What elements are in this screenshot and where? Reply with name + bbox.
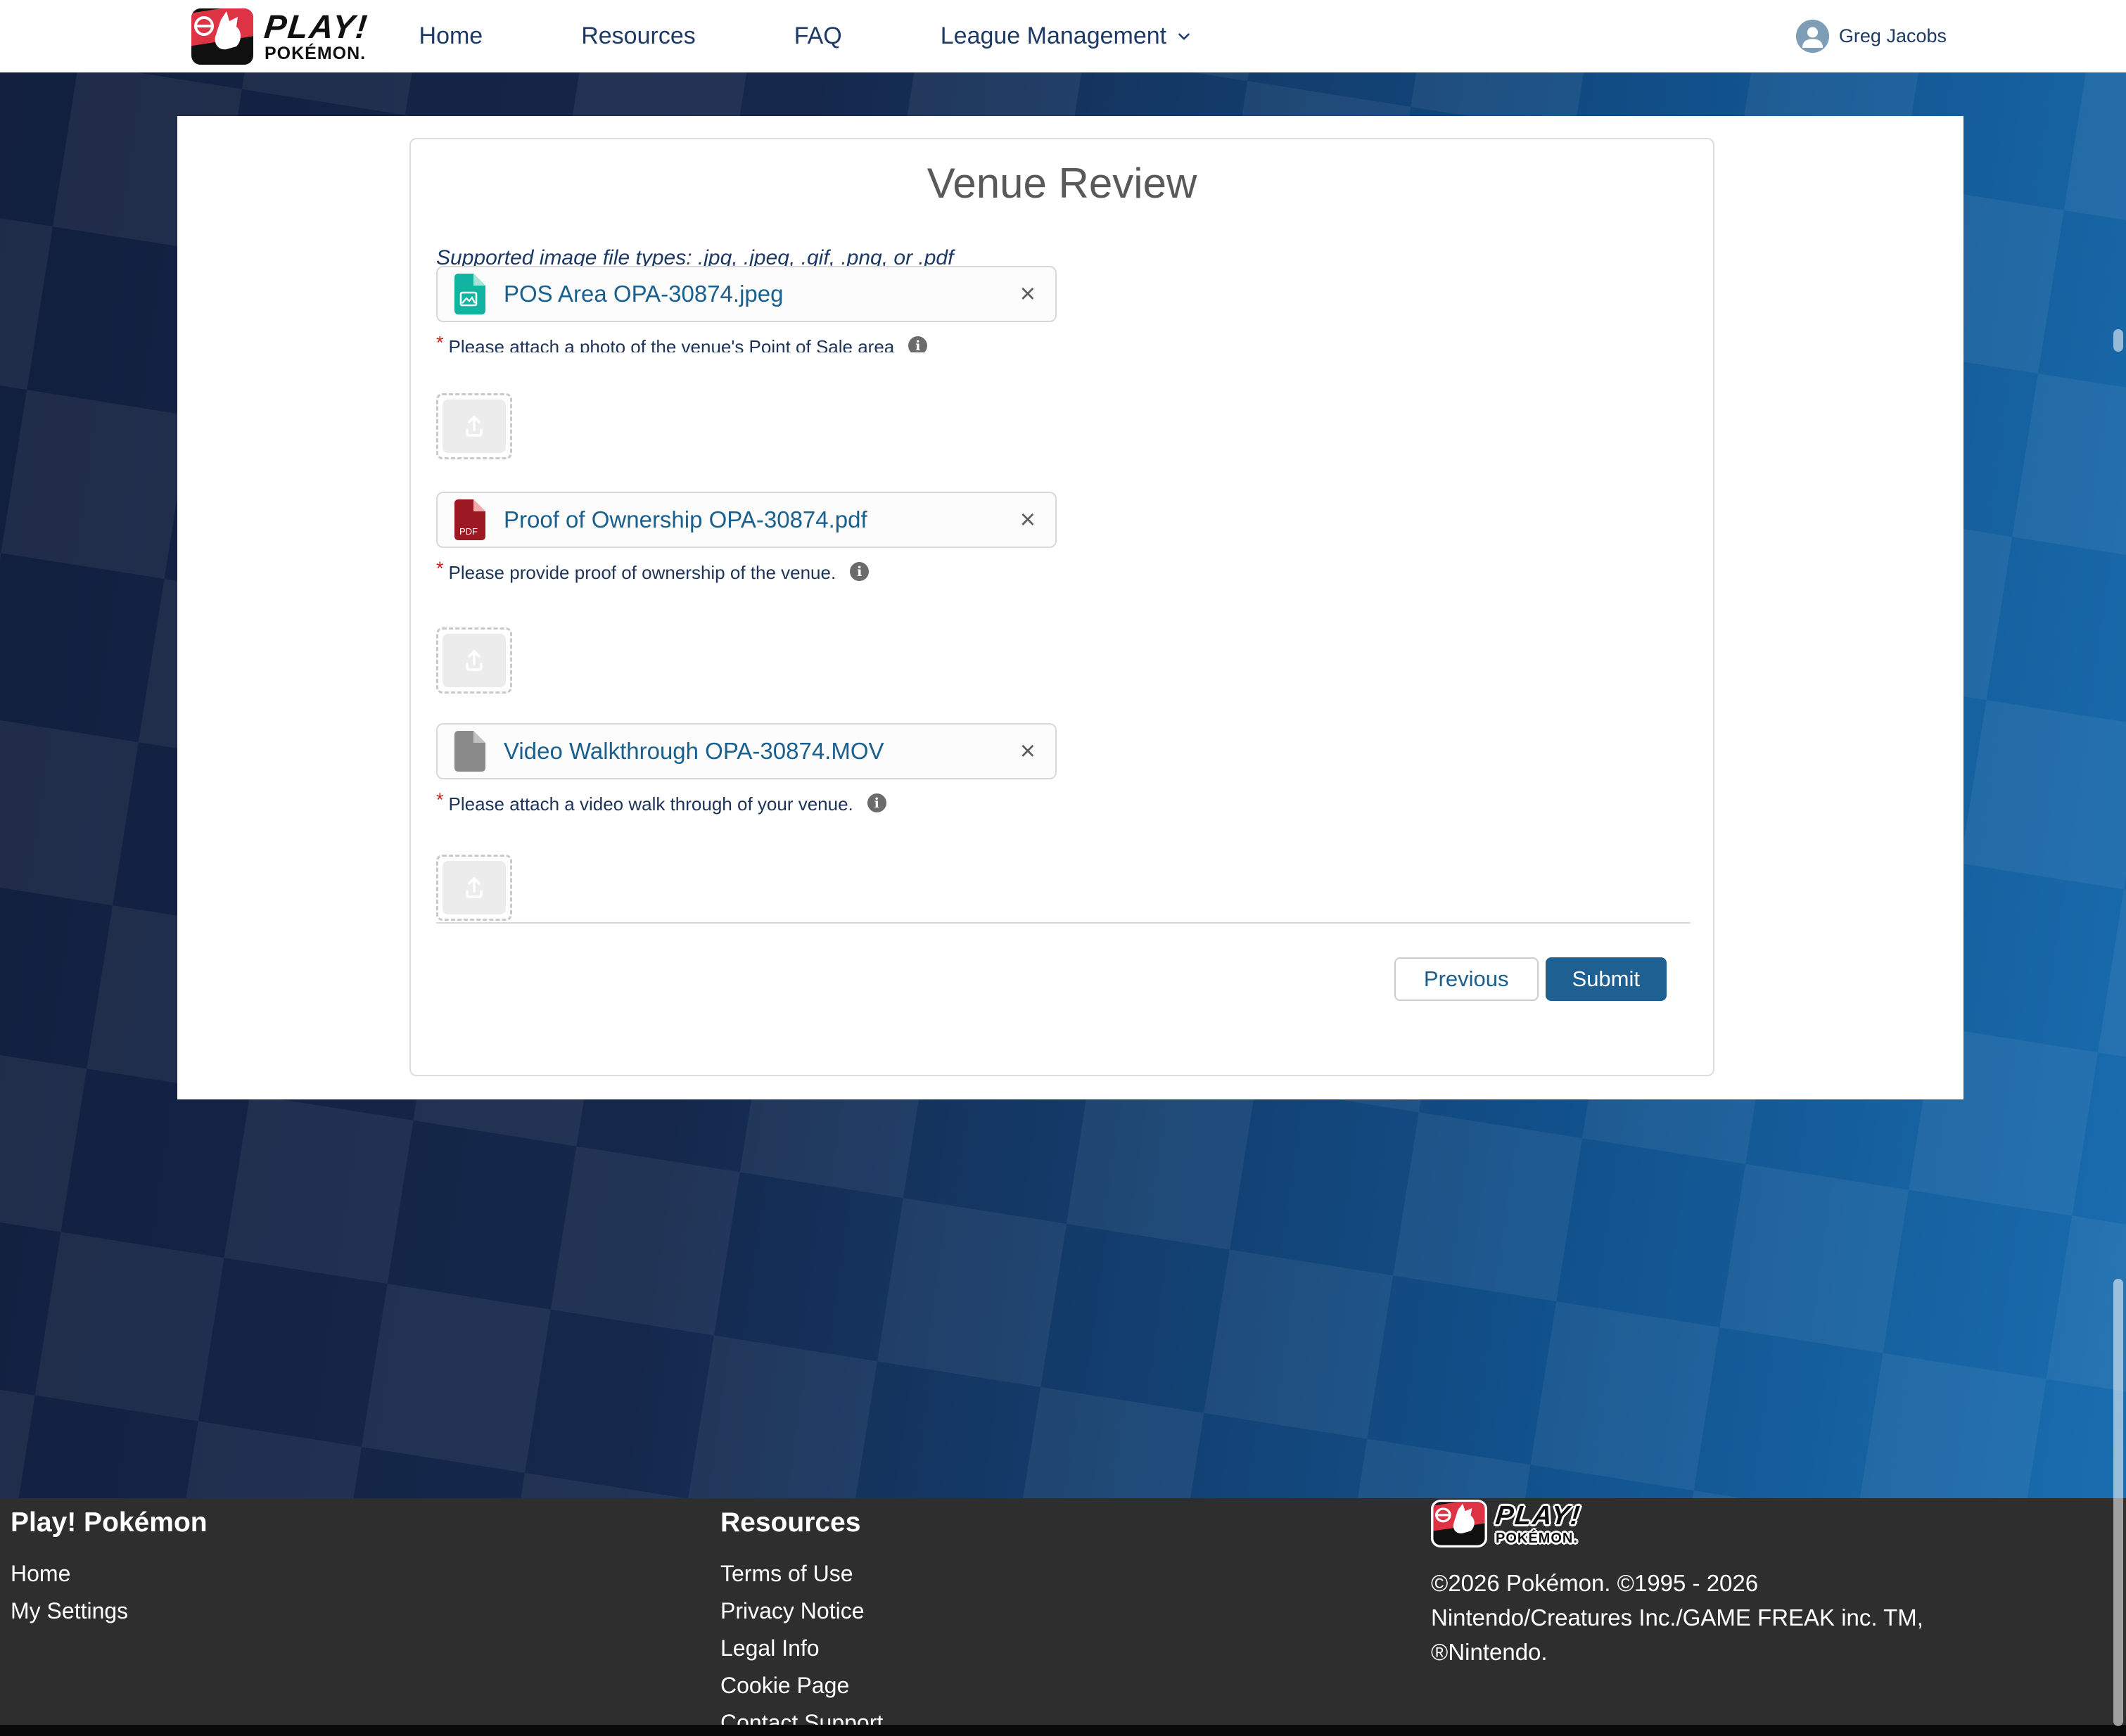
form-divider xyxy=(436,922,1691,924)
upload-requirement-caption: *Please provide proof of ownership of th… xyxy=(436,562,1688,584)
scrollbar-thumb-upper[interactable] xyxy=(2113,329,2123,352)
caption-text: Please attach a photo of the venue's Poi… xyxy=(449,336,895,352)
upload-dropzone-proof-of-ownership[interactable] xyxy=(436,627,512,694)
content-panel: Venue Review Supported image file types:… xyxy=(177,116,1963,1099)
supported-file-types-note: Supported image file types: .jpg, .jpeg,… xyxy=(436,246,1688,266)
attached-file-pos-area: POS Area OPA-30874.jpeg × xyxy=(436,266,1057,322)
copyright-line: ®Nintendo. xyxy=(1431,1635,1944,1669)
svg-text:PDF: PDF xyxy=(459,526,478,537)
play-pokemon-logo[interactable]: PLAY! POKÉMON. xyxy=(190,7,369,66)
info-icon[interactable]: i xyxy=(850,562,869,581)
upload-dropzone-video-walkthrough[interactable] xyxy=(436,855,512,921)
form-actions: Previous Submit xyxy=(436,957,1688,1001)
upload-requirement-caption: *Please attach a video walk through of y… xyxy=(436,793,1688,815)
footer-site-column: Play! Pokémon Home My Settings xyxy=(11,1507,208,1635)
scrollbar-thumb-lower[interactable] xyxy=(2113,1279,2123,1726)
caption-text: Please attach a video walk through of yo… xyxy=(449,793,853,815)
user-avatar-icon xyxy=(1796,20,1829,53)
upload-icon xyxy=(443,861,506,914)
remove-file-button[interactable]: × xyxy=(1017,281,1038,307)
pdf-file-icon: PDF xyxy=(454,499,485,540)
main-nav: Home Resources FAQ League Management xyxy=(419,23,1194,50)
file-link-pos-area[interactable]: POS Area OPA-30874.jpeg xyxy=(504,281,783,307)
nav-link-faq[interactable]: FAQ xyxy=(794,23,842,50)
footer-site-heading: Play! Pokémon xyxy=(11,1507,208,1538)
attached-file-video-walkthrough: Video Walkthrough OPA-30874.MOV × xyxy=(436,723,1057,779)
copyright-text: ©2026 Pokémon. ©1995 - 2026 Nintendo/Cre… xyxy=(1431,1566,1944,1669)
logo-pokemon-text: POKÉMON. xyxy=(1496,1531,1581,1545)
caption-text: Please provide proof of ownership of the… xyxy=(449,562,836,583)
info-icon[interactable]: i xyxy=(908,336,927,352)
nav-link-league-management[interactable]: League Management xyxy=(941,23,1193,50)
footer-link-cookie-page[interactable]: Cookie Page xyxy=(720,1673,883,1699)
upload-icon xyxy=(443,634,506,687)
upload-dropzone-pos-area[interactable] xyxy=(436,393,512,459)
footer-brand-column: PLAY! POKÉMON. ©2026 Pokémon. ©1995 - 20… xyxy=(1431,1500,1944,1669)
nav-link-faq-label: FAQ xyxy=(794,23,842,50)
file-link-proof-of-ownership[interactable]: Proof of Ownership OPA-30874.pdf xyxy=(504,506,867,533)
footer-resources-heading: Resources xyxy=(720,1507,883,1538)
remove-file-button[interactable]: × xyxy=(1017,738,1038,765)
bottom-edge-strip xyxy=(0,1725,2126,1736)
submit-button[interactable]: Submit xyxy=(1546,957,1667,1001)
play-pokemon-page: PLAY! POKÉMON. Home Resources FAQ League… xyxy=(0,0,2126,1736)
logo-play-text: PLAY! xyxy=(1494,1502,1582,1529)
pokeball-logo-icon xyxy=(1431,1500,1487,1547)
remove-file-button[interactable]: × xyxy=(1017,506,1038,533)
logo-wordmark: PLAY! POKÉMON. xyxy=(1496,1502,1581,1545)
pokeball-logo-icon xyxy=(190,7,255,66)
page-title: Venue Review xyxy=(436,160,1688,207)
previous-button[interactable]: Previous xyxy=(1394,957,1539,1001)
nav-link-home[interactable]: Home xyxy=(419,23,483,50)
footer-link-home[interactable]: Home xyxy=(11,1561,208,1587)
footer-link-my-settings[interactable]: My Settings xyxy=(11,1598,208,1624)
venue-review-card: Venue Review Supported image file types:… xyxy=(409,138,1714,1076)
top-navbar: PLAY! POKÉMON. Home Resources FAQ League… xyxy=(0,0,2126,72)
footer-resources-column: Resources Terms of Use Privacy Notice Le… xyxy=(720,1507,883,1736)
required-asterisk: * xyxy=(436,336,444,352)
info-icon[interactable]: i xyxy=(867,793,886,812)
footer-link-terms-of-use[interactable]: Terms of Use xyxy=(720,1561,883,1587)
copyright-line: Nintendo/Creatures Inc./GAME FREAK inc. … xyxy=(1431,1600,1944,1635)
image-file-icon xyxy=(454,274,485,314)
file-link-video-walkthrough[interactable]: Video Walkthrough OPA-30874.MOV xyxy=(504,738,884,765)
generic-file-icon xyxy=(454,731,485,772)
logo-wordmark: PLAY! POKÉMON. xyxy=(265,10,369,63)
logo-pokemon-text: POKÉMON. xyxy=(265,45,369,63)
copyright-line: ©2026 Pokémon. ©1995 - 2026 xyxy=(1431,1566,1944,1600)
nav-link-resources-label: Resources xyxy=(581,23,696,50)
nav-link-league-management-label: League Management xyxy=(941,23,1166,50)
attached-file-proof-of-ownership: PDF Proof of Ownership OPA-30874.pdf × xyxy=(436,492,1057,548)
required-asterisk: * xyxy=(436,789,444,810)
footer-play-pokemon-logo: PLAY! POKÉMON. xyxy=(1431,1500,1944,1547)
required-asterisk: * xyxy=(436,558,444,579)
nav-link-home-label: Home xyxy=(419,23,483,50)
user-name: Greg Jacobs xyxy=(1839,25,1947,47)
chevron-down-icon xyxy=(1175,27,1193,46)
upload-requirement-caption: * Please attach a photo of the venue's Po… xyxy=(436,336,1688,352)
footer-link-privacy-notice[interactable]: Privacy Notice xyxy=(720,1598,883,1624)
logo-play-text: PLAY! xyxy=(263,10,370,43)
page-footer: Play! Pokémon Home My Settings Resources… xyxy=(0,1498,2126,1725)
footer-link-legal-info[interactable]: Legal Info xyxy=(720,1635,883,1661)
nav-link-resources[interactable]: Resources xyxy=(581,23,696,50)
user-menu[interactable]: Greg Jacobs xyxy=(1796,20,1947,53)
upload-icon xyxy=(443,400,506,453)
